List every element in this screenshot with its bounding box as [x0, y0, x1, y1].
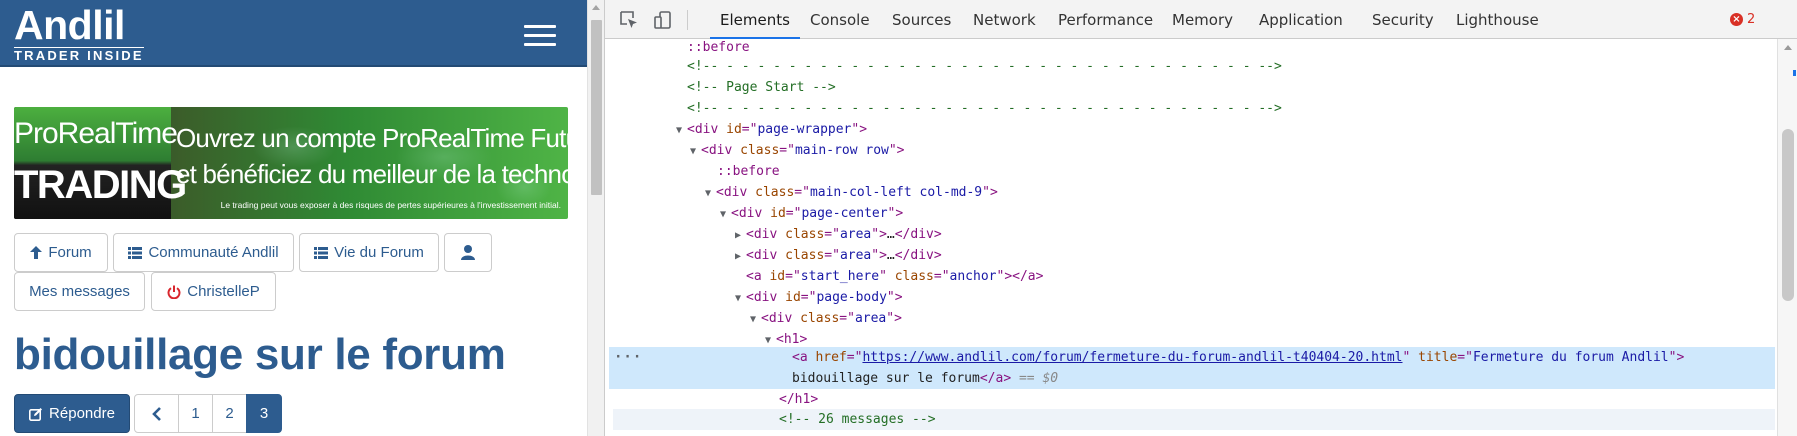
expand-triangle-icon[interactable]: ▼: [676, 120, 687, 141]
tab-memory[interactable]: Memory: [1162, 0, 1243, 39]
hamburger-menu-icon[interactable]: [524, 25, 556, 47]
collapse-triangle-icon[interactable]: ▶: [735, 246, 746, 267]
dom-node[interactable]: ::before: [717, 161, 780, 182]
forum-button-label: Forum: [48, 244, 92, 261]
scroll-up-arrow-icon[interactable]: [1784, 45, 1792, 50]
tab-lighthouse[interactable]: Lighthouse: [1446, 0, 1549, 39]
collapse-triangle-icon[interactable]: ▶: [735, 225, 746, 246]
page-link-1[interactable]: 1: [178, 394, 213, 433]
site-header: Andlil TRADER INSIDE: [0, 0, 587, 67]
dom-node[interactable]: <a id="start_here" class="anchor"></a>: [746, 266, 1043, 287]
dom-tree-scrollbar[interactable]: [1777, 39, 1797, 436]
dom-node[interactable]: </h1>: [779, 389, 818, 410]
dom-node[interactable]: ▼ <div id="page-wrapper">: [676, 119, 867, 140]
chevron-left-icon: [152, 406, 161, 421]
pagination: 1 2 3: [134, 394, 282, 433]
power-icon: [167, 285, 181, 299]
page-link-2[interactable]: 2: [212, 394, 247, 433]
banner-disclaimer: Le trading peut vous exposer à des risqu…: [220, 200, 561, 210]
tab-sources[interactable]: Sources: [882, 0, 961, 39]
page-link-current[interactable]: 3: [246, 394, 282, 433]
devtools-panel: Elements Console Sources Network Perform…: [604, 0, 1797, 436]
edit-icon: [29, 407, 43, 421]
error-count: 2: [1747, 12, 1756, 27]
error-icon: ×: [1730, 13, 1743, 26]
dom-node[interactable]: ▼ <div class="main-row row">: [690, 140, 905, 161]
logo-tagline: TRADER INSIDE: [14, 47, 144, 63]
arrow-up-icon: [30, 246, 43, 259]
scrollbar-thumb[interactable]: [591, 20, 602, 195]
dom-node[interactable]: ▼ <div class="area">: [750, 308, 902, 329]
scrollbar-thumb[interactable]: [1782, 129, 1794, 301]
selected-dom-node[interactable]: <a href="https://www.andlil.com/forum/fe…: [792, 347, 1684, 368]
dom-node[interactable]: ▼ <div id="page-center">: [720, 203, 903, 224]
tab-application[interactable]: Application: [1249, 0, 1353, 39]
reply-button-label: Répondre: [49, 405, 115, 422]
prorealtime-ad-banner[interactable]: ProRealTime TRADING Ouvrez un compte Pro…: [14, 107, 568, 219]
dom-comment[interactable]: <!-- - - - - - - - - - - - - - - - - - -…: [687, 98, 1282, 119]
reply-button[interactable]: Répondre: [14, 394, 130, 433]
href-link[interactable]: https://www.andlil.com/forum/fermeture-d…: [862, 350, 1402, 365]
dom-comment[interactable]: <!-- 26 messages -->: [779, 409, 936, 430]
logo-name: Andlil: [14, 2, 125, 48]
banner-headline-2: et bénéficiez du meilleur de la technolo…: [176, 159, 568, 189]
forum-up-button[interactable]: Forum: [14, 233, 108, 272]
profile-button[interactable]: [444, 233, 492, 272]
website-scrollbar[interactable]: [587, 0, 604, 436]
expand-triangle-icon[interactable]: ▼: [735, 288, 746, 309]
selected-dom-node-text[interactable]: bidouillage sur le forum</a> == $0: [792, 368, 1058, 389]
expand-triangle-icon[interactable]: ▼: [690, 141, 701, 162]
device-toolbar-icon[interactable]: [653, 10, 673, 30]
selected-node-marker: == $0: [1018, 371, 1059, 386]
edge-indicator: [1793, 70, 1796, 76]
banner-headline-1: Ouvrez un compte ProRealTime Futures & A…: [176, 123, 568, 153]
user-icon: [461, 245, 475, 260]
banner-brand-bottom: TRADING: [14, 163, 187, 207]
community-button[interactable]: Communauté Andlil: [113, 233, 294, 272]
dom-comment[interactable]: <!-- Page Start -->: [687, 77, 836, 98]
my-messages-label: Mes messages: [29, 283, 130, 300]
expand-triangle-icon[interactable]: ▼: [765, 330, 776, 351]
dom-node[interactable]: ▶ <div class="area">…</div>: [735, 245, 942, 266]
list-icon: [314, 246, 329, 259]
expand-triangle-icon[interactable]: ▼: [705, 183, 716, 204]
more-options-icon[interactable]: ···: [614, 347, 642, 368]
logout-username: ChristelleP: [187, 283, 260, 300]
website-viewport: Andlil TRADER INSIDE ProRealTime TRADING…: [0, 0, 587, 436]
error-counter[interactable]: × 2: [1730, 12, 1755, 27]
previous-page-button[interactable]: [134, 394, 179, 433]
toolbar-separator: [687, 10, 688, 30]
list-icon: [128, 246, 143, 259]
dom-node[interactable]: ▶ <div class="area">…</div>: [735, 224, 942, 245]
inspect-element-icon[interactable]: [619, 10, 639, 30]
dom-node[interactable]: ▼ <div id="page-body">: [735, 287, 903, 308]
community-button-label: Communauté Andlil: [148, 244, 279, 261]
scroll-up-arrow-icon[interactable]: [592, 5, 600, 10]
expand-triangle-icon[interactable]: ▼: [750, 309, 761, 330]
dom-comment[interactable]: <!-- - - - - - - - - - - - - - - - - - -…: [687, 56, 1282, 77]
topic-title[interactable]: bidouillage sur le forum: [14, 330, 506, 380]
banner-brand-top: ProRealTime: [14, 117, 178, 150]
tab-security[interactable]: Security: [1362, 0, 1444, 39]
tab-console[interactable]: Console: [800, 0, 880, 39]
devtools-toolbar: Elements Console Sources Network Perform…: [605, 0, 1797, 39]
dom-node[interactable]: ▼ <div class="main-col-left col-md-9">: [705, 182, 998, 203]
andlil-logo[interactable]: Andlil TRADER INSIDE: [14, 4, 144, 63]
my-messages-button[interactable]: Mes messages: [14, 272, 145, 311]
dom-tree[interactable]: ··· ::before <!-- - - - - - - - - - - - …: [605, 39, 1777, 436]
tab-performance[interactable]: Performance: [1048, 0, 1163, 39]
forum-life-button-label: Vie du Forum: [334, 244, 424, 261]
tab-network[interactable]: Network: [963, 0, 1046, 39]
tab-elements[interactable]: Elements: [710, 0, 800, 39]
expand-triangle-icon[interactable]: ▼: [720, 204, 731, 225]
forum-life-button[interactable]: Vie du Forum: [299, 233, 439, 272]
logout-button[interactable]: ChristelleP: [151, 272, 276, 311]
